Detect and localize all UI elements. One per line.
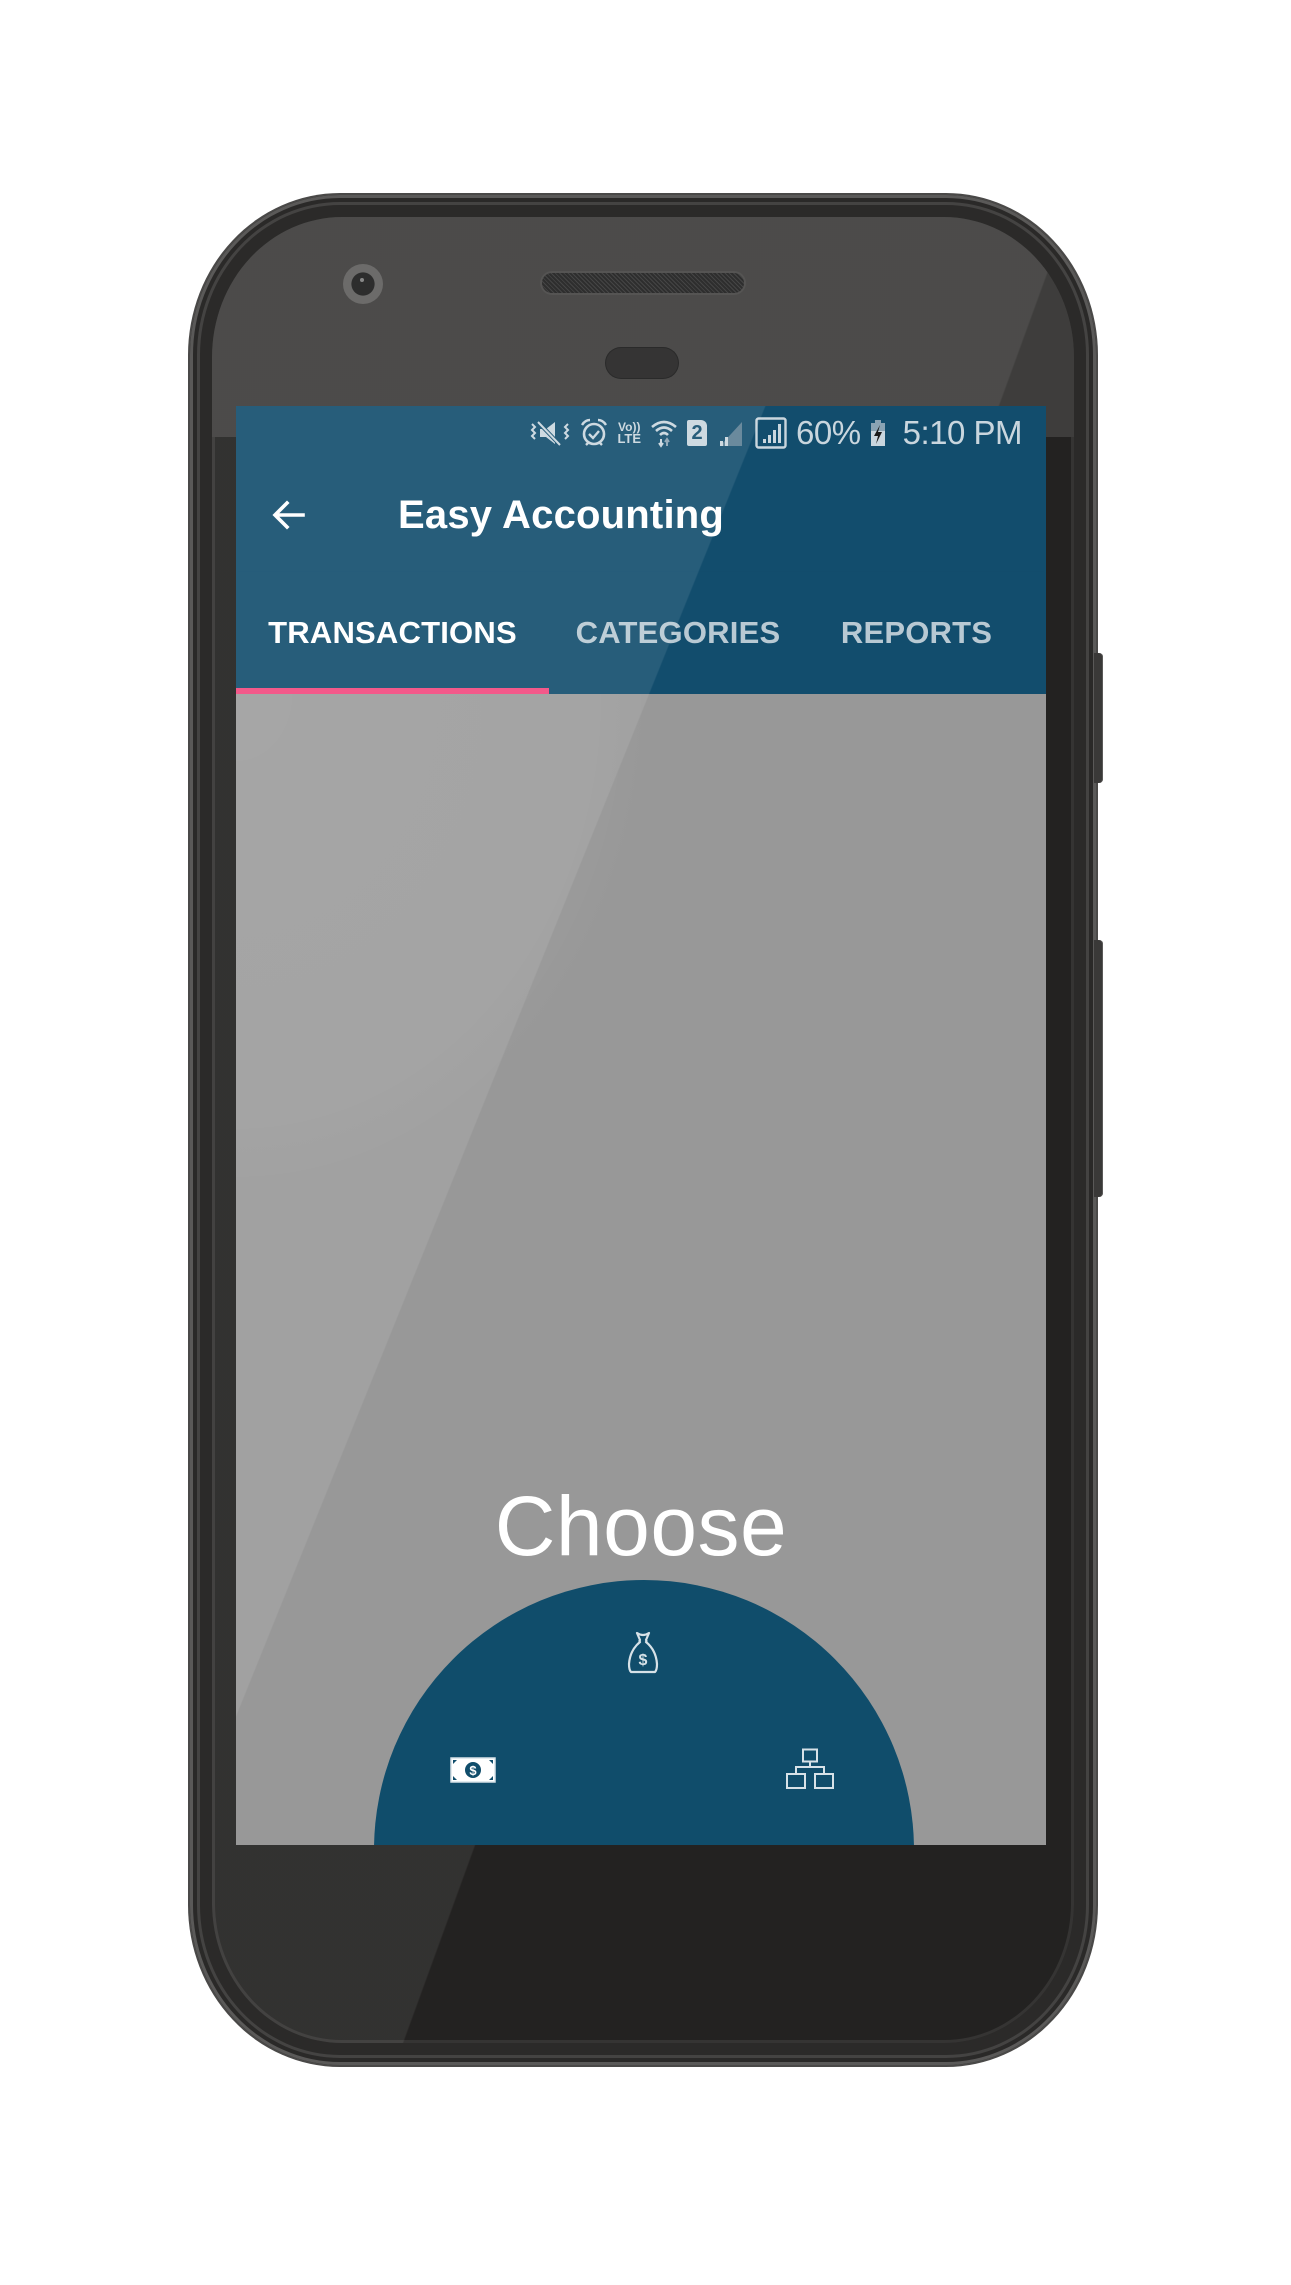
tab-bar: TRANSACTIONS CATEGORIES REPORTS — [236, 572, 1046, 694]
volte-icon: Vo)) LTE — [617, 418, 641, 448]
wifi-icon — [650, 418, 678, 448]
vibrate-mute-icon — [529, 418, 571, 448]
add-category-button[interactable] — [775, 1734, 845, 1804]
signal-full-icon — [755, 417, 787, 449]
add-transaction-button[interactable]: $ — [438, 1735, 508, 1805]
banknote-icon: $ — [450, 1757, 496, 1783]
money-bag-icon: $ — [627, 1631, 659, 1674]
back-button[interactable] — [264, 490, 314, 540]
app-bar: Easy Accounting — [236, 460, 1046, 572]
power-button — [1094, 653, 1103, 783]
clock: 5:10 PM — [902, 414, 1023, 451]
svg-text:$: $ — [639, 1652, 648, 1669]
signal-weak-icon — [716, 418, 746, 448]
tab-transactions[interactable]: TRANSACTIONS — [236, 572, 549, 694]
svg-text:$: $ — [469, 1763, 477, 1778]
earpiece-speaker — [542, 273, 744, 293]
battery-percent: 60% — [796, 414, 861, 451]
arrow-left-icon — [272, 500, 305, 530]
front-camera — [343, 264, 383, 304]
sim-2-icon: 2 — [687, 418, 708, 448]
volte-bottom-text: LTE — [617, 431, 642, 446]
hierarchy-icon — [786, 1748, 834, 1789]
battery-charging-icon — [870, 418, 886, 448]
phone-screen: Vo)) LTE 2 60% 5:10 PM Easy Accounting T… — [236, 406, 1046, 1845]
volume-button — [1094, 940, 1103, 1197]
phone-top-bezel — [212, 217, 1074, 437]
status-bar: Vo)) LTE 2 60% 5:10 PM — [236, 406, 1046, 460]
sim-label: 2 — [687, 420, 708, 446]
add-income-button[interactable]: $ — [608, 1617, 678, 1687]
proximity-sensor — [606, 348, 678, 378]
app-title: Easy Accounting — [398, 493, 725, 537]
choose-prompt: Choose — [494, 1479, 788, 1573]
tab-reports[interactable]: REPORTS — [807, 572, 1026, 694]
tab-categories[interactable]: CATEGORIES — [549, 572, 807, 694]
alarm-icon — [580, 418, 608, 448]
